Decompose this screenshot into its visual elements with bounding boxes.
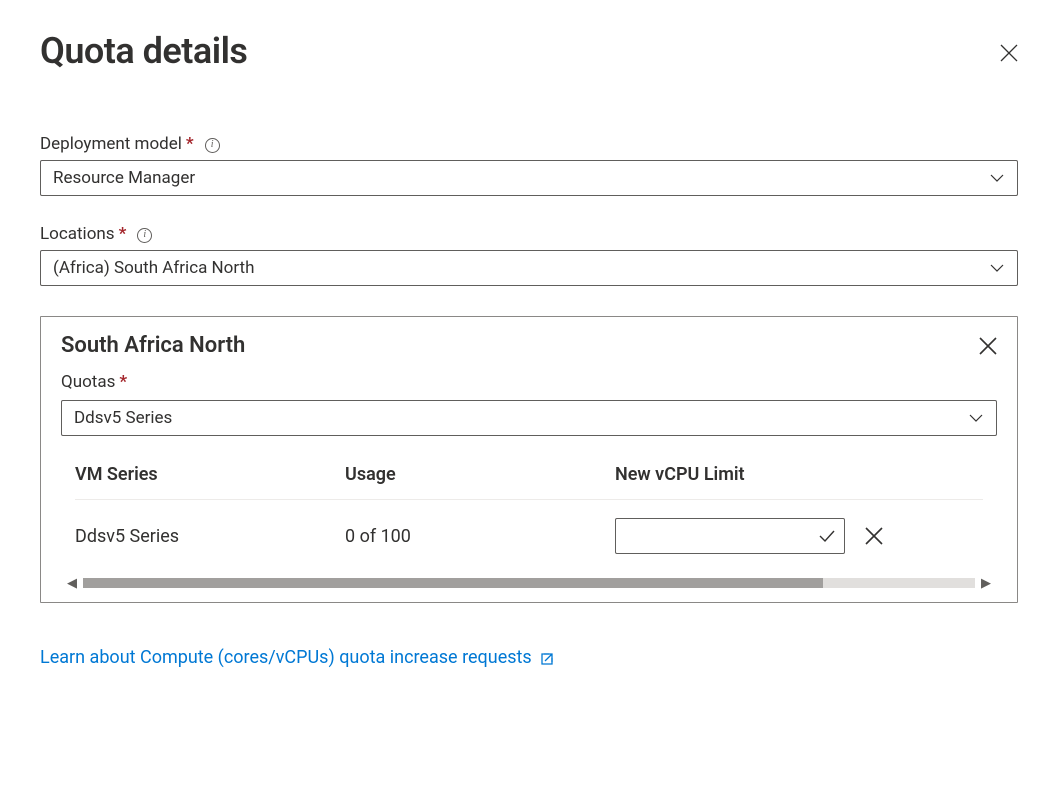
close-icon[interactable] [865, 527, 883, 545]
quota-details-panel: Quota details Deployment model * i Resou… [0, 0, 1058, 786]
close-icon[interactable] [1000, 44, 1018, 62]
scroll-left-icon[interactable]: ◀ [61, 578, 83, 588]
required-indicator: * [118, 372, 127, 392]
region-title: South Africa North [61, 333, 245, 358]
info-icon[interactable]: i [137, 228, 152, 243]
scroll-right-icon[interactable]: ▶ [975, 578, 997, 588]
learn-more-link[interactable]: Learn about Compute (cores/vCPUs) quota … [40, 647, 554, 668]
region-header: South Africa North [61, 333, 997, 358]
scroll-track[interactable] [83, 578, 975, 588]
quotas-label-row: Quotas * [61, 372, 997, 392]
deployment-model-dropdown[interactable]: Resource Manager [40, 160, 1018, 196]
quota-table: VM Series Usage New vCPU Limit Ddsv5 Ser… [61, 464, 997, 572]
col-new-limit: New vCPU Limit [615, 464, 983, 485]
required-indicator: * [185, 134, 194, 154]
quotas-dropdown[interactable]: Ddsv5 Series [61, 400, 997, 436]
table-row: Ddsv5 Series 0 of 100 [75, 500, 983, 572]
cell-new-limit [615, 518, 983, 554]
col-usage: Usage [345, 464, 615, 485]
region-box: South Africa North Quotas * Ddsv5 Series… [40, 316, 1018, 603]
chevron-down-icon [989, 260, 1005, 276]
panel-header: Quota details [40, 20, 1018, 72]
quotas-label: Quotas [61, 372, 115, 392]
form-area: Deployment model * i Resource Manager Lo… [40, 134, 1018, 668]
deployment-model-label-row: Deployment model * i [40, 134, 1018, 154]
deployment-model-label: Deployment model [40, 134, 182, 154]
quotas-value: Ddsv5 Series [74, 408, 172, 428]
required-indicator: * [118, 224, 127, 244]
cell-usage: 0 of 100 [345, 526, 615, 547]
new-limit-input[interactable] [615, 518, 845, 554]
scroll-thumb[interactable] [83, 578, 823, 588]
info-icon[interactable]: i [205, 138, 220, 153]
horizontal-scrollbar[interactable]: ◀ ▶ [41, 578, 1017, 602]
locations-label: Locations [40, 224, 115, 244]
checkmark-icon [818, 527, 836, 545]
chevron-down-icon [989, 170, 1005, 186]
col-vm-series: VM Series [75, 464, 345, 485]
external-link-icon [540, 652, 554, 666]
locations-value: (Africa) South Africa North [53, 258, 254, 278]
deployment-model-value: Resource Manager [53, 168, 195, 188]
locations-label-row: Locations * i [40, 224, 1018, 244]
chevron-down-icon [968, 410, 984, 426]
table-header: VM Series Usage New vCPU Limit [75, 464, 983, 500]
cell-vm-series: Ddsv5 Series [75, 526, 345, 547]
locations-dropdown[interactable]: (Africa) South Africa North [40, 250, 1018, 286]
learn-more-label: Learn about Compute (cores/vCPUs) quota … [40, 647, 532, 668]
close-icon[interactable] [979, 337, 997, 355]
page-title: Quota details [40, 30, 247, 72]
